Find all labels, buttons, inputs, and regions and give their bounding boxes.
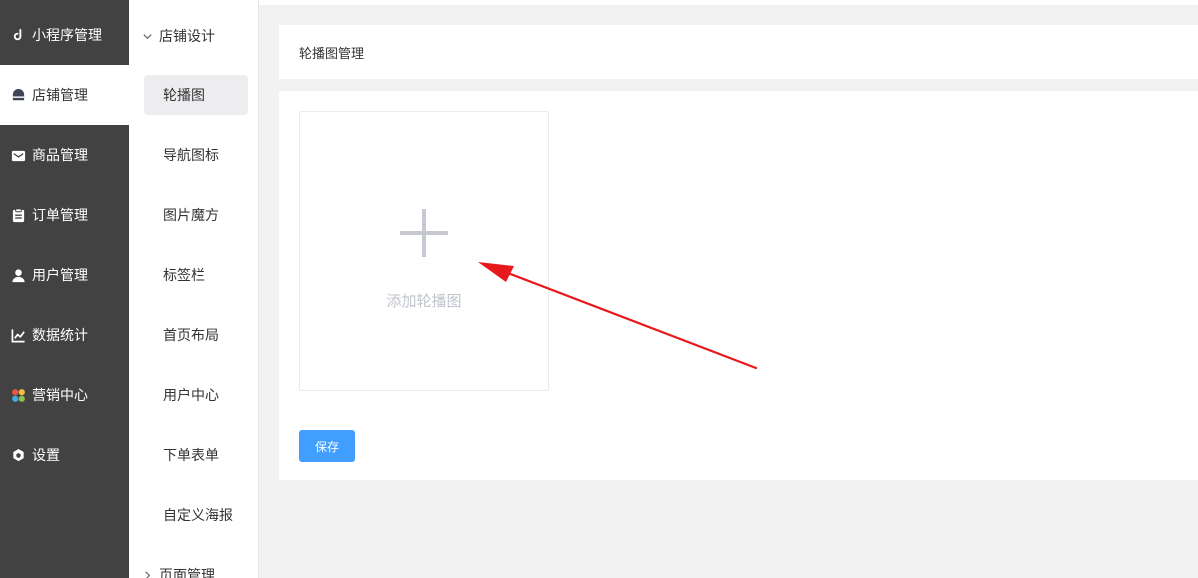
- submenu-item-tabbar[interactable]: 标签栏: [144, 255, 248, 295]
- submenu-item-home-layout[interactable]: 首页布局: [144, 315, 248, 355]
- gear-icon: [10, 447, 26, 463]
- line-chart-icon: [10, 327, 26, 343]
- sidebar-item-label: 店铺管理: [32, 88, 88, 104]
- marketing-icon: [10, 387, 26, 403]
- sidebar-item-statistics[interactable]: 数据统计: [0, 305, 129, 365]
- page-header: 轮播图管理: [279, 25, 1198, 79]
- submenu-item-label: 轮播图: [163, 88, 205, 104]
- top-strip: [259, 0, 1198, 5]
- submenu-item-label: 图片魔方: [163, 208, 219, 224]
- page-title: 轮播图管理: [299, 46, 365, 62]
- sidebar-item-label: 用户管理: [32, 268, 88, 284]
- chevron-down-icon: [141, 30, 153, 42]
- shop-icon: [10, 87, 26, 103]
- submenu-item-carousel[interactable]: 轮播图: [144, 75, 248, 115]
- submenu-item-order-form[interactable]: 下单表单: [144, 435, 248, 475]
- submenu-item-custom-poster[interactable]: 自定义海报: [144, 495, 248, 535]
- sidebar-item-label: 订单管理: [32, 208, 88, 224]
- content-panel: 添加轮播图 保存: [279, 91, 1198, 480]
- sidebar-item-label: 商品管理: [32, 148, 88, 164]
- sidebar-item-goods[interactable]: 商品管理: [0, 125, 129, 185]
- chevron-right-icon: [141, 569, 153, 578]
- submenu-item-label: 导航图标: [163, 148, 219, 164]
- submenu-panel: 店铺设计 轮播图 导航图标 图片魔方 标签栏 首页布局 用户中心 下单表单 自定…: [129, 0, 259, 578]
- sidebar-item-label: 设置: [32, 448, 60, 464]
- sidebar-item-users[interactable]: 用户管理: [0, 245, 129, 305]
- sidebar-item-orders[interactable]: 订单管理: [0, 185, 129, 245]
- sidebar-item-label: 数据统计: [32, 328, 88, 344]
- sidebar-item-miniprogram[interactable]: 小程序管理: [0, 5, 129, 65]
- submenu-item-label: 自定义海报: [163, 508, 233, 524]
- sidebar-item-label: 营销中心: [32, 388, 88, 404]
- submenu-item-user-center[interactable]: 用户中心: [144, 375, 248, 415]
- sidebar-item-label: 小程序管理: [32, 28, 102, 44]
- sidebar-item-marketing[interactable]: 营销中心: [0, 365, 129, 425]
- submenu-group-shop-design[interactable]: 店铺设计: [129, 21, 258, 51]
- add-carousel-label: 添加轮播图: [386, 292, 462, 310]
- save-button[interactable]: 保存: [299, 430, 355, 462]
- submenu-group-label: 店铺设计: [159, 29, 215, 45]
- add-carousel-card[interactable]: 添加轮播图: [299, 111, 549, 391]
- sidebar-item-settings[interactable]: 设置: [0, 425, 129, 485]
- submenu-group-page-manage[interactable]: 页面管理: [129, 560, 258, 578]
- user-icon: [10, 267, 26, 283]
- envelope-icon: [10, 147, 26, 163]
- submenu-item-image-cube[interactable]: 图片魔方: [144, 195, 248, 235]
- sidebar-item-shop[interactable]: 店铺管理: [0, 65, 129, 125]
- submenu-item-label: 首页布局: [163, 328, 219, 344]
- link-icon: [10, 27, 26, 43]
- plus-icon: [400, 209, 448, 257]
- submenu-item-label: 标签栏: [163, 268, 205, 284]
- main-sidebar: 小程序管理 店铺管理 商品管理 订单管理 用户管理 数据统计 营销中心 设置: [0, 0, 129, 578]
- submenu-item-label: 用户中心: [163, 388, 219, 404]
- submenu-group-label: 页面管理: [159, 568, 215, 578]
- submenu-item-nav-icons[interactable]: 导航图标: [144, 135, 248, 175]
- submenu-item-label: 下单表单: [163, 448, 219, 464]
- clipboard-icon: [10, 207, 26, 223]
